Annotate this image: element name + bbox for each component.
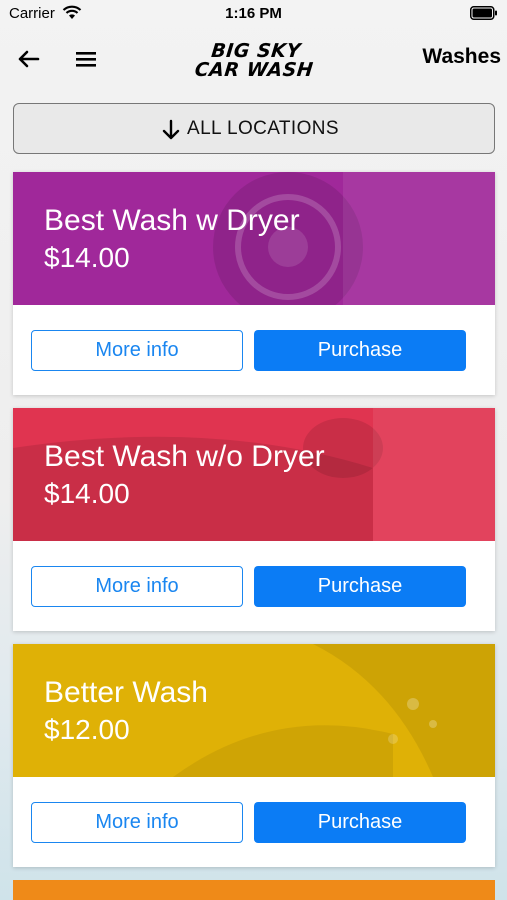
- purchase-button[interactable]: Purchase: [254, 330, 466, 371]
- wash-card: Best Wash w Dryer $14.00 More info Purch…: [13, 172, 495, 395]
- battery-icon: [470, 6, 498, 24]
- banner-texture: [13, 408, 495, 541]
- page-title: Washes: [422, 45, 501, 68]
- hamburger-menu-icon[interactable]: [72, 44, 100, 74]
- more-info-button[interactable]: More info: [31, 566, 243, 607]
- wash-card-banner: Better Wash $12.00: [13, 644, 495, 777]
- wash-card-peek[interactable]: [13, 880, 495, 900]
- banner-texture: [173, 644, 495, 777]
- down-arrow-icon: [160, 118, 182, 142]
- banner-texture: [213, 172, 495, 305]
- status-time: 1:16 PM: [225, 5, 282, 22]
- wash-card: Best Wash w/o Dryer $14.00 More info Pur…: [13, 408, 495, 631]
- purchase-button[interactable]: Purchase: [254, 802, 466, 843]
- logo-line-2: CAR WASH: [193, 59, 315, 81]
- wash-name: Better Wash: [44, 676, 208, 709]
- wash-price: $14.00: [44, 478, 130, 509]
- location-filter-button[interactable]: ALL LOCATIONS: [13, 103, 495, 154]
- wash-card-banner: Best Wash w Dryer $14.00: [13, 172, 495, 305]
- location-filter-label: ALL LOCATIONS: [187, 117, 339, 139]
- wash-card-banner: Best Wash w/o Dryer $14.00: [13, 408, 495, 541]
- nav-bar: BIG SKY CAR WASH Washes: [0, 36, 507, 84]
- wash-price: $12.00: [44, 714, 130, 745]
- wash-price: $14.00: [44, 242, 130, 273]
- more-info-button[interactable]: More info: [31, 330, 243, 371]
- wash-name: Best Wash w/o Dryer: [44, 440, 325, 473]
- wash-card: Better Wash $12.00 More info Purchase: [13, 644, 495, 867]
- back-arrow-icon[interactable]: [14, 44, 44, 74]
- more-info-button[interactable]: More info: [31, 802, 243, 843]
- status-bar: Carrier 1:16 PM: [0, 0, 507, 28]
- purchase-button[interactable]: Purchase: [254, 566, 466, 607]
- wash-name: Best Wash w Dryer: [44, 204, 300, 237]
- brand-logo: BIG SKY CAR WASH: [188, 40, 322, 81]
